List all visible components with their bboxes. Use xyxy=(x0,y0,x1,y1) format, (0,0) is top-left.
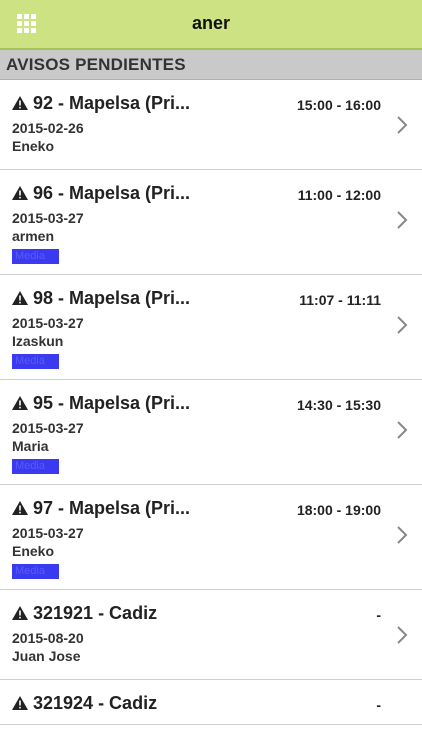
priority-badge: Media xyxy=(12,354,59,369)
avisos-list: 92 - Mapelsa (Pri... 15:00 - 16:00 2015-… xyxy=(0,80,422,725)
chevron-right-icon xyxy=(397,316,408,334)
list-item[interactable]: 321924 - Cadiz - xyxy=(0,680,422,725)
item-title: 98 - Mapelsa (Pri... xyxy=(33,288,191,308)
section-title: AVISOS PENDIENTES xyxy=(6,55,186,74)
chevron-right-icon xyxy=(397,526,408,544)
priority-badge: Media xyxy=(12,564,59,579)
chevron-right-icon xyxy=(397,211,408,229)
warning-icon xyxy=(12,501,28,515)
item-time: 11:07 - 11:11 xyxy=(299,292,381,308)
item-title: 95 - Mapelsa (Pri... xyxy=(33,393,191,413)
item-title: 321924 - Cadiz xyxy=(33,693,158,713)
item-person: Izaskun xyxy=(12,333,64,349)
warning-icon xyxy=(12,396,28,410)
item-title: 96 - Mapelsa (Pri... xyxy=(33,183,191,203)
item-person: Maria xyxy=(12,438,49,454)
item-date: 2015-08-20 xyxy=(12,630,84,646)
chevron-right-icon xyxy=(397,421,408,439)
item-time: - xyxy=(376,697,381,713)
item-time: 11:00 - 12:00 xyxy=(297,187,381,203)
item-date: 2015-03-27 xyxy=(12,420,84,436)
item-date: 2015-03-27 xyxy=(12,525,84,541)
item-title: 92 - Mapelsa (Pri... xyxy=(33,93,191,113)
warning-icon xyxy=(12,291,28,305)
item-time: - xyxy=(376,607,381,623)
item-time: 15:00 - 16:00 xyxy=(296,97,381,113)
warning-icon xyxy=(12,606,28,620)
priority-badge: Media xyxy=(12,249,59,264)
app-header: aner xyxy=(0,0,422,50)
item-date: 2015-02-26 xyxy=(12,120,84,136)
list-item[interactable]: 95 - Mapelsa (Pri... 14:30 - 15:30 2015-… xyxy=(0,380,422,485)
item-date: 2015-03-27 xyxy=(12,210,84,226)
warning-icon xyxy=(12,186,28,200)
list-item[interactable]: 92 - Mapelsa (Pri... 15:00 - 16:00 2015-… xyxy=(0,80,422,170)
list-item[interactable]: 96 - Mapelsa (Pri... 11:00 - 12:00 2015-… xyxy=(0,170,422,275)
list-item[interactable]: 97 - Mapelsa (Pri... 18:00 - 19:00 2015-… xyxy=(0,485,422,590)
priority-badge: Media xyxy=(12,459,59,474)
item-date: 2015-03-27 xyxy=(12,315,84,331)
item-person: Juan Jose xyxy=(12,648,81,664)
list-item[interactable]: 98 - Mapelsa (Pri... 11:07 - 11:11 2015-… xyxy=(0,275,422,380)
item-title: 97 - Mapelsa (Pri... xyxy=(33,498,191,518)
chevron-right-icon xyxy=(397,116,408,134)
item-title: 321921 - Cadiz xyxy=(33,603,158,623)
chevron-right-icon xyxy=(397,626,408,644)
warning-icon xyxy=(12,696,28,710)
item-person: Eneko xyxy=(12,138,55,154)
item-person: Eneko xyxy=(12,543,55,559)
app-title: aner xyxy=(191,13,231,33)
item-person: armen xyxy=(12,228,55,244)
item-time: 18:00 - 19:00 xyxy=(296,502,381,518)
item-time: 14:30 - 15:30 xyxy=(296,397,381,413)
list-item[interactable]: 321921 - Cadiz - 2015-08-20 Juan Jose xyxy=(0,590,422,680)
warning-icon xyxy=(12,96,28,110)
section-header: AVISOS PENDIENTES xyxy=(0,50,422,80)
